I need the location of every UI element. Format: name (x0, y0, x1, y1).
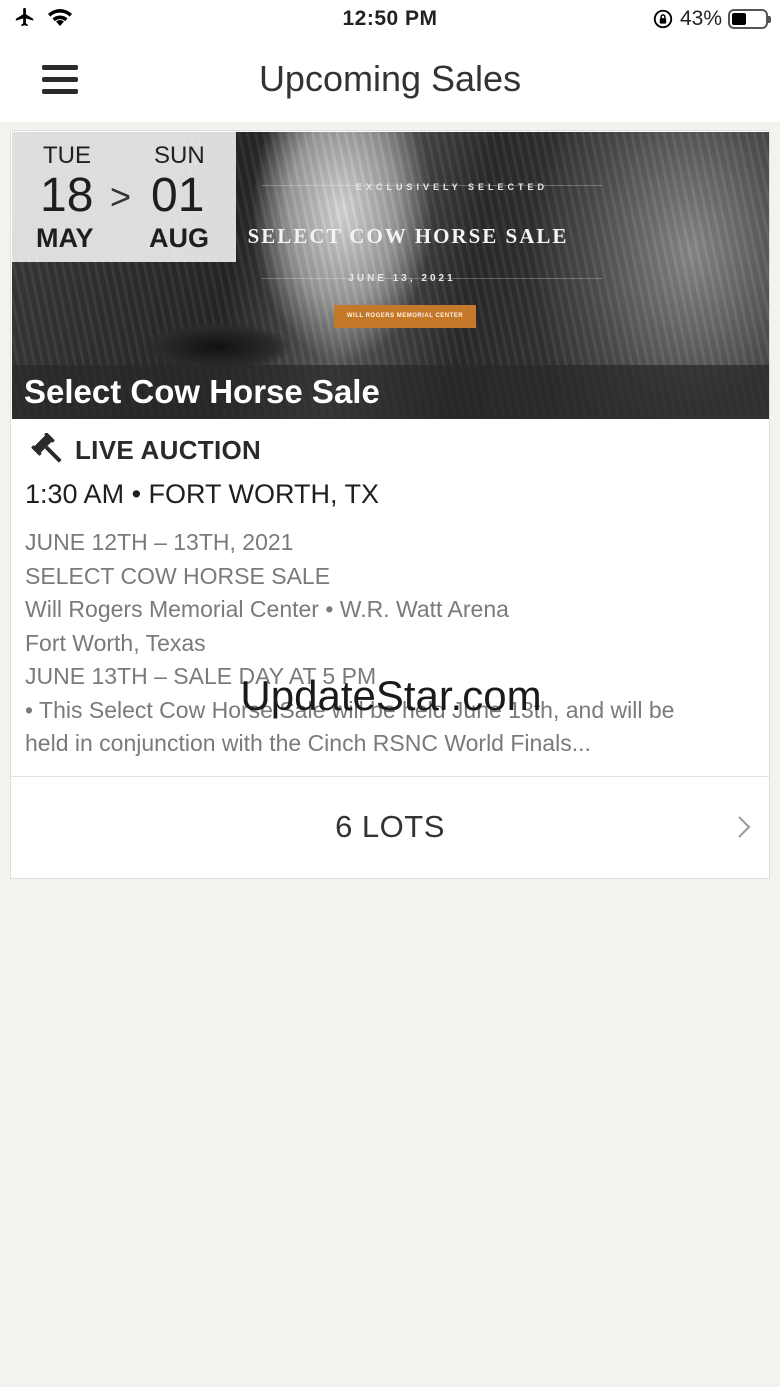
page-title: Upcoming Sales (258, 58, 522, 99)
sale-title: Select Cow Horse Sale (24, 373, 380, 410)
view-lots-button[interactable]: 6 LOTS (11, 777, 769, 878)
description-line: JUNE 12TH – 13TH, 2021 (25, 529, 294, 555)
orientation-lock-icon (653, 9, 673, 29)
description-line: Will Rogers Memorial Center • W.R. Watt … (25, 596, 509, 622)
banner-date: JUNE 13, 2021 (348, 273, 456, 284)
end-month: AUG (149, 223, 209, 253)
chevron-right-icon (738, 816, 751, 838)
sale-card[interactable]: EXCLUSIVELY SELECTED SELECT COW HORSE SA… (10, 130, 770, 879)
description-line: SELECT COW HORSE SALE (25, 562, 331, 589)
lots-count-label: 6 LOTS (335, 809, 445, 844)
sale-time-location: 1:30 AM • FORT WORTH, TX (25, 479, 380, 509)
battery-icon (728, 9, 771, 29)
description-line: Fort Worth, Texas (25, 629, 206, 656)
banner-eyebrow: EXCLUSIVELY SELECTED (355, 182, 549, 192)
gavel-icon (31, 433, 62, 463)
end-dow: SUN (154, 142, 205, 169)
description-line: • This Select Cow Horse Sale will be hel… (25, 696, 675, 723)
date-range-box: TUE 18 MAY > SUN 01 AUG (12, 132, 236, 262)
end-day: 01 (151, 169, 205, 222)
auction-type-label: LIVE AUCTION (75, 434, 262, 465)
status-right-icons: 43% (652, 7, 771, 31)
banner-headline: SELECT COW HORSE SALE (247, 224, 569, 248)
start-dow: TUE (43, 142, 91, 169)
nav-bar: Upcoming Sales (0, 40, 780, 122)
start-month: MAY (36, 223, 94, 253)
auction-type-row: LIVE AUCTION (31, 433, 261, 467)
sale-title-bar: Select Cow Horse Sale (12, 365, 769, 419)
description-line: JUNE 13TH – SALE DAY AT 5 PM (25, 663, 377, 689)
status-bar: 12:50 PM 43% (0, 0, 780, 40)
battery-level (732, 13, 746, 25)
date-range-separator: > (110, 176, 132, 217)
sale-description: JUNE 12TH – 13TH, 2021 SELECT COW HORSE … (25, 526, 750, 761)
sale-banner-image[interactable]: EXCLUSIVELY SELECTED SELECT COW HORSE SA… (12, 132, 769, 419)
battery-percent: 43% (679, 7, 722, 30)
start-day: 18 (40, 169, 94, 222)
description-line: held in conjunction with the Cinch RSNC … (25, 730, 591, 756)
banner-venue-badge: WILL ROGERS MEMORIAL CENTER (334, 305, 476, 328)
